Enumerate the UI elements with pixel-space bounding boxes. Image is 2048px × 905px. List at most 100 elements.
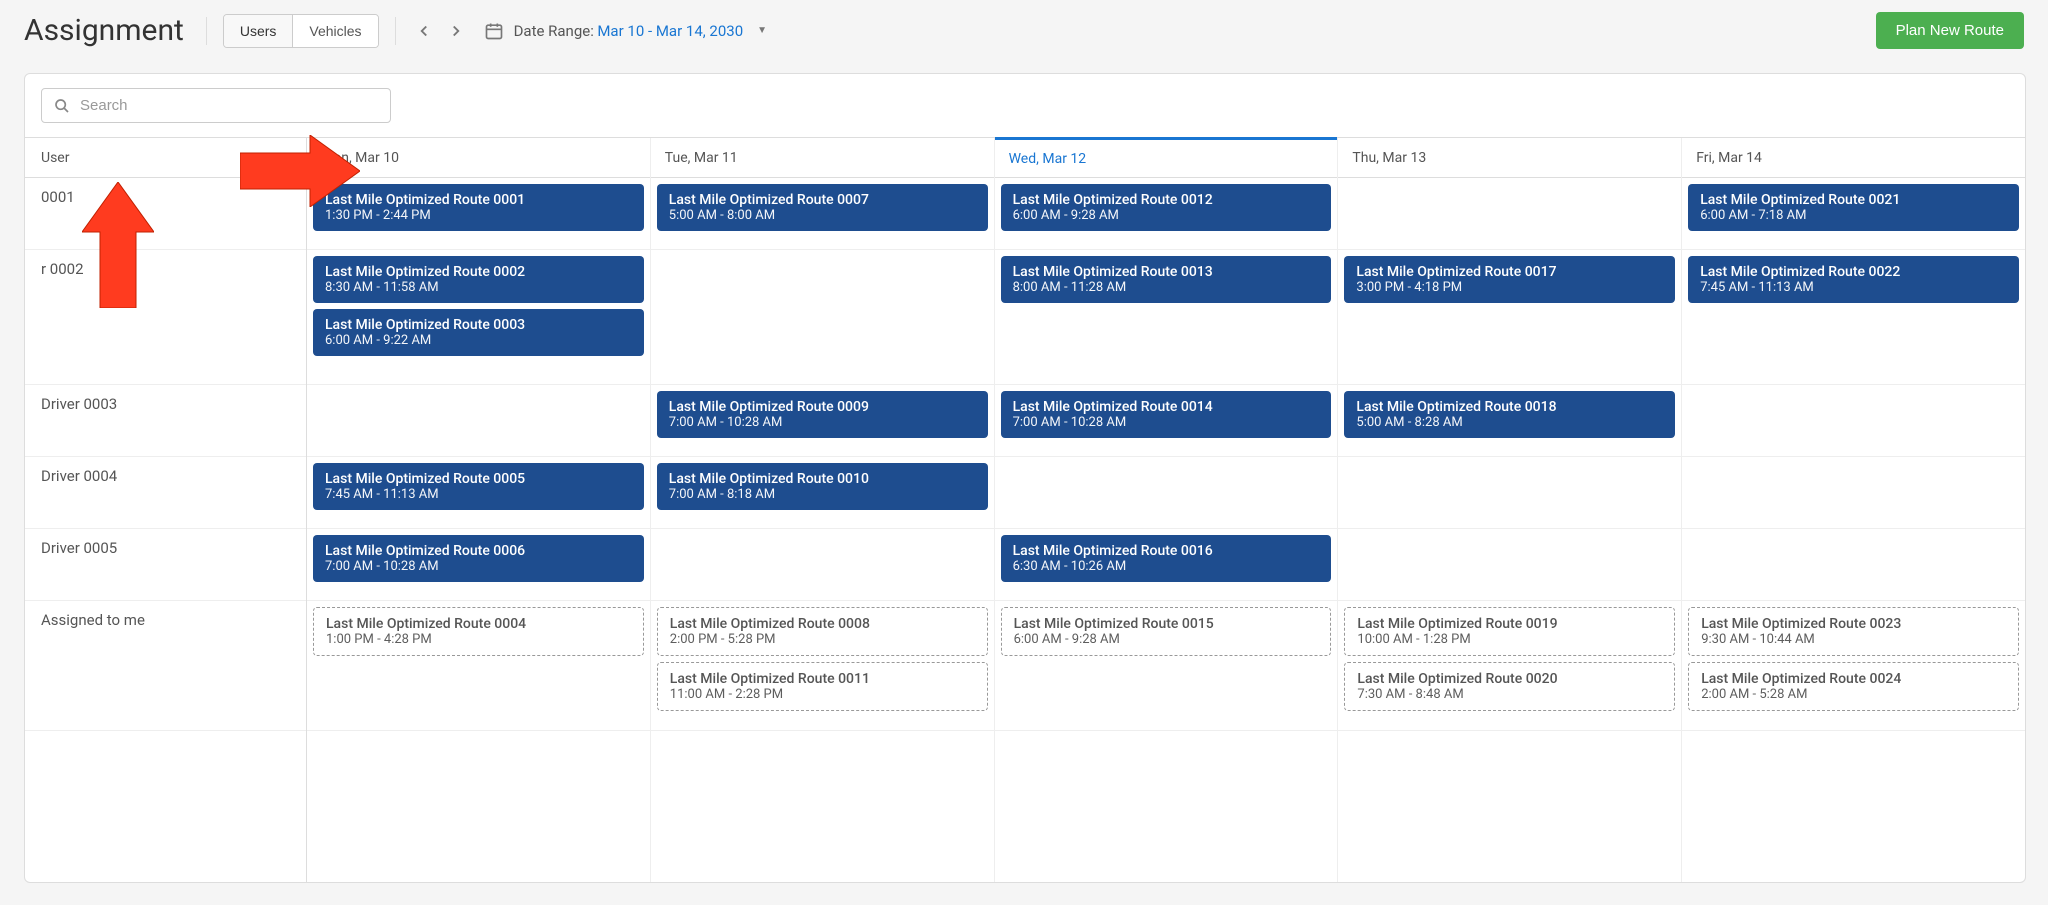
route-time: 8:00 AM - 11:28 AM — [1013, 280, 1320, 295]
route-title: Last Mile Optimized Route 0014 — [1013, 399, 1320, 415]
schedule-cell — [651, 529, 994, 601]
schedule-cell: Last Mile Optimized Route 00147:00 AM - … — [995, 385, 1338, 457]
route-card[interactable]: Last Mile Optimized Route 001910:00 AM -… — [1344, 607, 1675, 656]
schedule-cell: Last Mile Optimized Route 00041:00 PM - … — [307, 601, 650, 731]
day-column: Tue, Mar 11 Last Mile Optimized Route 000… — [651, 138, 995, 882]
day-column: Fri, Mar 14 Last Mile Optimized Route 002… — [1682, 138, 2025, 882]
user-row[interactable]: Driver 0004 — [25, 457, 306, 529]
route-card[interactable]: Last Mile Optimized Route 00011:30 PM - … — [313, 184, 644, 231]
route-card[interactable]: Last Mile Optimized Route 00216:00 AM - … — [1688, 184, 2019, 231]
separator — [206, 17, 207, 45]
user-row[interactable]: r 0002 — [25, 250, 306, 385]
search-box[interactable] — [41, 88, 391, 123]
schedule-cell: Last Mile Optimized Route 00216:00 AM - … — [1682, 178, 2025, 250]
view-toggle: Users Vehicles — [223, 14, 379, 48]
days-columns: Mon, Mar 10Last Mile Optimized Route 000… — [307, 138, 2025, 882]
route-time: 1:30 PM - 2:44 PM — [325, 208, 632, 223]
route-card[interactable]: Last Mile Optimized Route 00227:45 AM - … — [1688, 256, 2019, 303]
route-card[interactable]: Last Mile Optimized Route 00207:30 AM - … — [1344, 662, 1675, 711]
user-row[interactable]: Driver 0003 — [25, 385, 306, 457]
route-title: Last Mile Optimized Route 0006 — [325, 543, 632, 559]
page-header: Assignment Users Vehicles Date Range: Ma… — [0, 0, 2048, 73]
annotation-arrow-right — [240, 135, 360, 207]
route-card[interactable]: Last Mile Optimized Route 00057:45 AM - … — [313, 463, 644, 510]
route-card[interactable]: Last Mile Optimized Route 00156:00 AM - … — [1001, 607, 1332, 656]
schedule-cell: Last Mile Optimized Route 00082:00 PM - … — [651, 601, 994, 731]
route-card[interactable]: Last Mile Optimized Route 00097:00 AM - … — [657, 391, 988, 438]
route-title: Last Mile Optimized Route 0004 — [326, 616, 631, 632]
route-time: 1:00 PM - 4:28 PM — [326, 632, 631, 647]
schedule-cell: Last Mile Optimized Route 00173:00 PM - … — [1338, 250, 1681, 385]
route-time: 8:30 AM - 11:58 AM — [325, 280, 632, 295]
route-card[interactable]: Last Mile Optimized Route 00041:00 PM - … — [313, 607, 644, 656]
route-time: 7:30 AM - 8:48 AM — [1357, 687, 1662, 702]
route-time: 7:00 AM - 10:28 AM — [325, 559, 632, 574]
route-time: 7:45 AM - 11:13 AM — [1700, 280, 2007, 295]
route-title: Last Mile Optimized Route 0015 — [1014, 616, 1319, 632]
route-title: Last Mile Optimized Route 0023 — [1701, 616, 2006, 632]
toggle-vehicles[interactable]: Vehicles — [292, 15, 377, 47]
route-card[interactable]: Last Mile Optimized Route 00166:30 AM - … — [1001, 535, 1332, 582]
route-card[interactable]: Last Mile Optimized Route 001111:00 AM -… — [657, 662, 988, 711]
schedule-cell: Last Mile Optimized Route 00057:45 AM - … — [307, 457, 650, 529]
route-title: Last Mile Optimized Route 0018 — [1356, 399, 1663, 415]
route-card[interactable]: Last Mile Optimized Route 00239:30 AM - … — [1688, 607, 2019, 656]
route-card[interactable]: Last Mile Optimized Route 00028:30 AM - … — [313, 256, 644, 303]
route-card[interactable]: Last Mile Optimized Route 00075:00 AM - … — [657, 184, 988, 231]
day-column: Mon, Mar 10Last Mile Optimized Route 000… — [307, 138, 651, 882]
route-card[interactable]: Last Mile Optimized Route 00173:00 PM - … — [1344, 256, 1675, 303]
annotation-arrow-up — [82, 182, 154, 308]
schedule-cell: Last Mile Optimized Route 00075:00 AM - … — [651, 178, 994, 250]
date-range-value: Mar 10 - Mar 14, 2030 — [597, 22, 743, 40]
user-row[interactable]: Assigned to me — [25, 601, 306, 731]
route-title: Last Mile Optimized Route 0020 — [1357, 671, 1662, 687]
route-card[interactable]: Last Mile Optimized Route 00185:00 AM - … — [1344, 391, 1675, 438]
schedule-cell: Last Mile Optimized Route 00067:00 AM - … — [307, 529, 650, 601]
schedule-cell: Last Mile Optimized Route 00239:30 AM - … — [1682, 601, 2025, 731]
schedule-cell: Last Mile Optimized Route 00185:00 AM - … — [1338, 385, 1681, 457]
schedule-cell — [1682, 529, 2025, 601]
route-title: Last Mile Optimized Route 0022 — [1700, 264, 2007, 280]
route-card[interactable]: Last Mile Optimized Route 00067:00 AM - … — [313, 535, 644, 582]
route-time: 11:00 AM - 2:28 PM — [670, 687, 975, 702]
day-header[interactable]: Wed, Mar 12 — [995, 137, 1338, 178]
route-card[interactable]: Last Mile Optimized Route 00242:00 AM - … — [1688, 662, 2019, 711]
schedule-cell: Last Mile Optimized Route 00166:30 AM - … — [995, 529, 1338, 601]
schedule-cell — [307, 385, 650, 457]
toggle-users[interactable]: Users — [224, 15, 293, 47]
route-card[interactable]: Last Mile Optimized Route 00036:00 AM - … — [313, 309, 644, 356]
plan-new-route-button[interactable]: Plan New Route — [1876, 12, 2024, 49]
route-title: Last Mile Optimized Route 0024 — [1701, 671, 2006, 687]
calendar-icon — [484, 21, 504, 41]
day-column: Wed, Mar 12 Last Mile Optimized Route 001… — [995, 138, 1339, 882]
schedule-cell — [995, 457, 1338, 529]
route-title: Last Mile Optimized Route 0007 — [669, 192, 976, 208]
route-title: Last Mile Optimized Route 0012 — [1013, 192, 1320, 208]
day-column: Thu, Mar 13 Last Mile Optimized Route 001… — [1338, 138, 1682, 882]
day-header[interactable]: Thu, Mar 13 — [1338, 138, 1681, 178]
route-time: 2:00 AM - 5:28 AM — [1701, 687, 2006, 702]
schedule-cell — [1682, 457, 2025, 529]
route-card[interactable]: Last Mile Optimized Route 00082:00 PM - … — [657, 607, 988, 656]
user-row[interactable]: Driver 0005 — [25, 529, 306, 601]
route-title: Last Mile Optimized Route 0008 — [670, 616, 975, 632]
route-time: 6:00 AM - 9:22 AM — [325, 333, 632, 348]
route-title: Last Mile Optimized Route 0011 — [670, 671, 975, 687]
separator — [395, 17, 396, 45]
day-header[interactable]: Tue, Mar 11 — [651, 138, 994, 178]
route-card[interactable]: Last Mile Optimized Route 00147:00 AM - … — [1001, 391, 1332, 438]
route-card[interactable]: Last Mile Optimized Route 00138:00 AM - … — [1001, 256, 1332, 303]
route-time: 5:00 AM - 8:28 AM — [1356, 415, 1663, 430]
route-title: Last Mile Optimized Route 0017 — [1356, 264, 1663, 280]
date-range-picker[interactable]: Date Range: Mar 10 - Mar 14, 2030 ▼ — [484, 21, 768, 41]
route-card[interactable]: Last Mile Optimized Route 00107:00 AM - … — [657, 463, 988, 510]
route-time: 5:00 AM - 8:00 AM — [669, 208, 976, 223]
prev-week-button[interactable] — [412, 19, 436, 43]
schedule-cell: Last Mile Optimized Route 00156:00 AM - … — [995, 601, 1338, 731]
date-range-label: Date Range: — [514, 22, 594, 40]
next-week-button[interactable] — [444, 19, 468, 43]
search-input[interactable] — [80, 97, 378, 114]
day-header[interactable]: Fri, Mar 14 — [1682, 138, 2025, 178]
route-title: Last Mile Optimized Route 0019 — [1357, 616, 1662, 632]
route-card[interactable]: Last Mile Optimized Route 00126:00 AM - … — [1001, 184, 1332, 231]
